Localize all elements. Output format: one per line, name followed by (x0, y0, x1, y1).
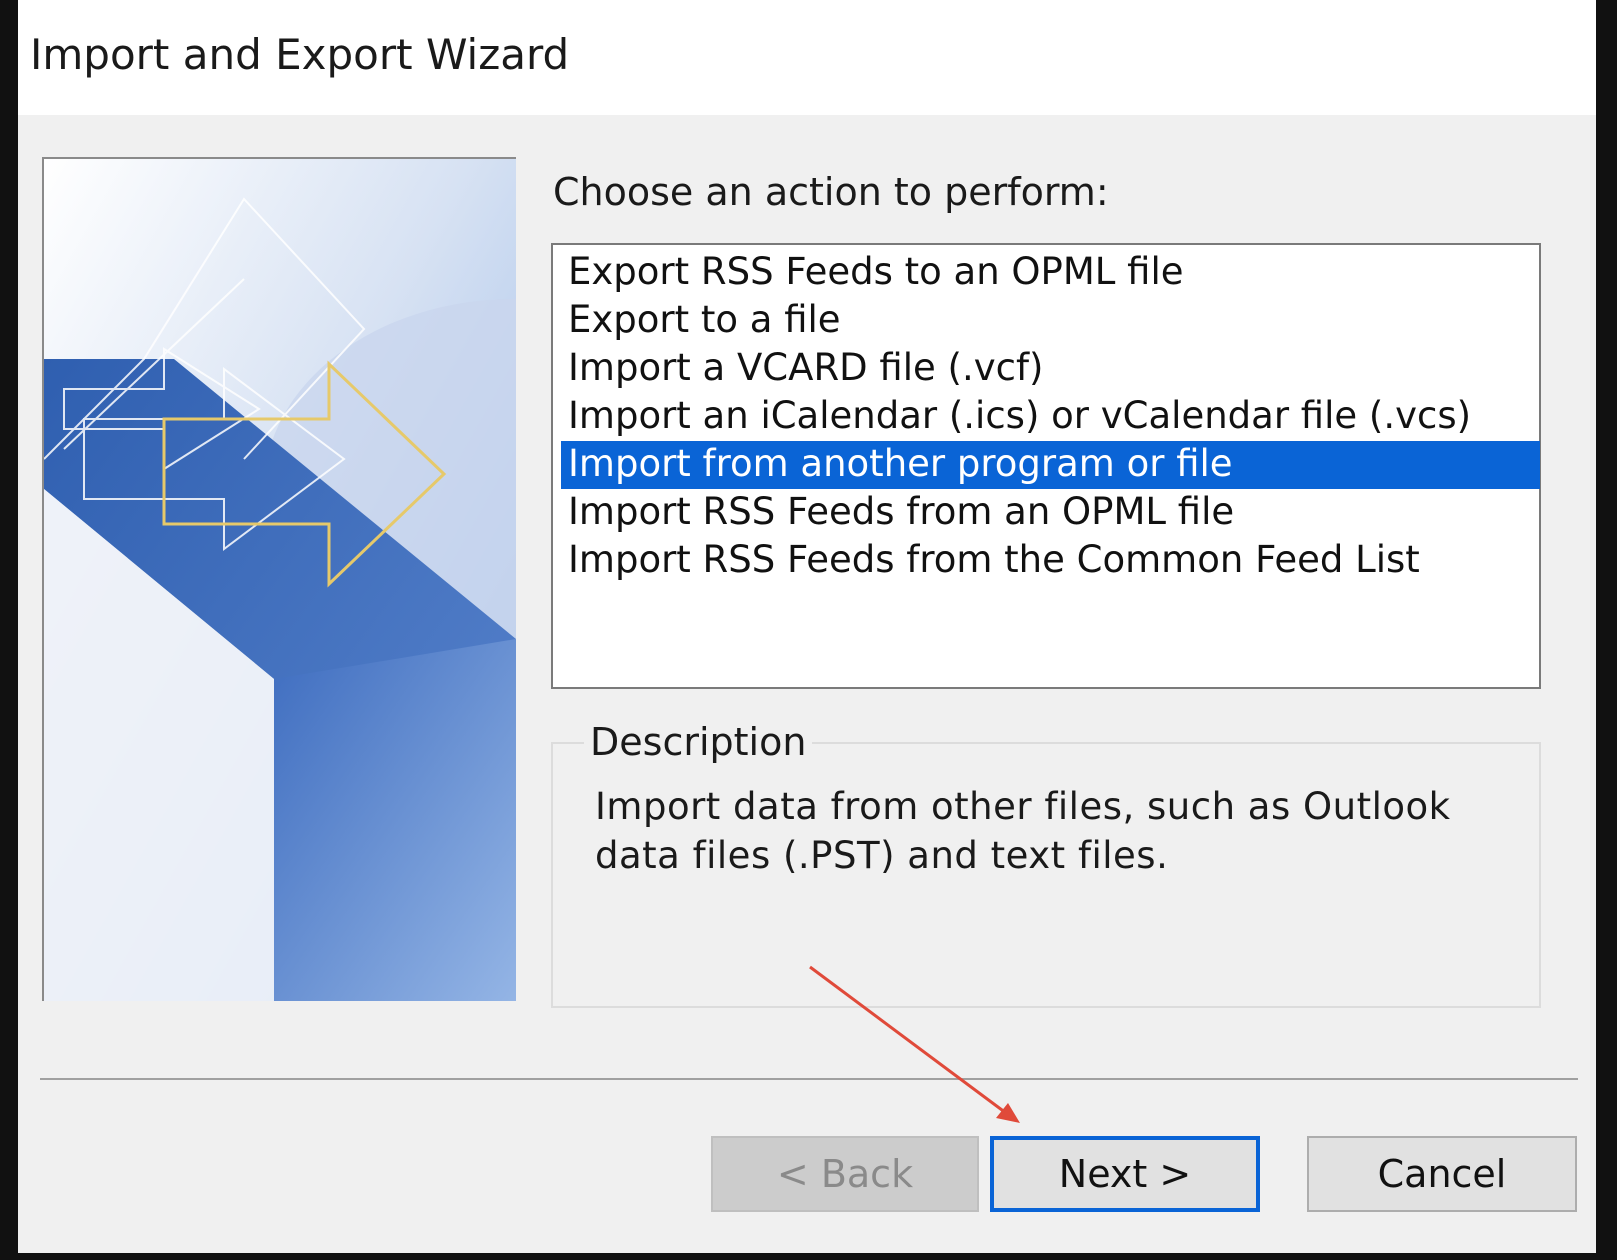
list-item-import-rss-opml[interactable]: Import RSS Feeds from an OPML file (561, 489, 1506, 537)
back-button[interactable]: < Back (711, 1136, 979, 1212)
list-item-import-vcard[interactable]: Import a VCARD file (.vcf) (561, 345, 1506, 393)
list-item-import-icalendar[interactable]: Import an iCalendar (.ics) or vCalendar … (561, 393, 1506, 441)
import-export-wizard-dialog: Import and Export Wizard Choose an actio… (18, 0, 1596, 1253)
cancel-button[interactable]: Cancel (1307, 1136, 1577, 1212)
action-prompt-label: Choose an action to perform: (553, 170, 1109, 214)
wizard-banner-graphic (44, 159, 516, 1001)
list-item-export-rss-opml[interactable]: Export RSS Feeds to an OPML file (561, 249, 1506, 297)
title-bar[interactable]: Import and Export Wizard (18, 0, 1596, 115)
list-item-import-from-program-or-file[interactable]: Import from another program or file (561, 441, 1540, 489)
list-item-import-rss-common-feed[interactable]: Import RSS Feeds from the Common Feed Li… (561, 537, 1506, 585)
footer-separator (40, 1078, 1578, 1080)
list-item-export-to-file[interactable]: Export to a file (561, 297, 1506, 345)
description-text: Import data from other files, such as Ou… (595, 785, 1451, 877)
description-label: Description (584, 720, 813, 764)
wizard-banner-image (42, 157, 516, 1001)
next-button[interactable]: Next > (990, 1136, 1260, 1212)
action-listbox[interactable]: Export RSS Feeds to an OPML file Export … (551, 243, 1541, 689)
window-title: Import and Export Wizard (30, 30, 570, 79)
